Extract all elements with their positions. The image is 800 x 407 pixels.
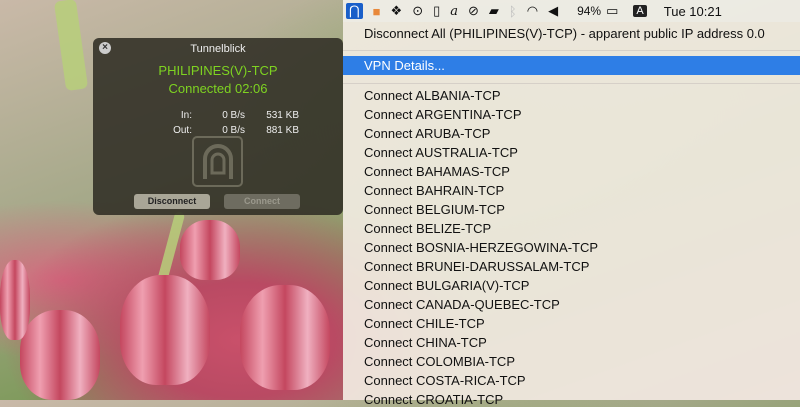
connect-menu-item[interactable]: Connect CHILE-TCP — [364, 316, 485, 331]
connect-menu-item[interactable]: Connect BULGARIA(V)-TCP — [364, 278, 529, 293]
connect-menu-item[interactable]: Connect BAHAMAS-TCP — [364, 164, 510, 179]
flower-bud — [240, 285, 330, 390]
password-manager-icon[interactable]: ⊙ — [412, 3, 423, 19]
document-icon[interactable]: ▯ — [433, 3, 440, 19]
tunnelblick-logo-icon — [192, 136, 243, 187]
menu-separator — [343, 83, 800, 84]
bluetooth-icon[interactable]: ᛒ — [509, 4, 517, 19]
connect-button[interactable]: Connect — [224, 194, 300, 209]
connect-menu-item[interactable]: Connect ALBANIA-TCP — [364, 88, 501, 103]
do-not-disturb-icon[interactable]: ⊘ — [468, 3, 479, 19]
in-label: In: — [180, 110, 192, 121]
in-total: 531 KB — [266, 110, 299, 121]
lock-app-icon[interactable]: ■ — [373, 4, 381, 19]
tunnelblick-dropdown-menu: Disconnect All (PHILIPINES(V)-TCP) - app… — [343, 22, 800, 407]
battery-icon[interactable]: ▭ — [606, 3, 618, 19]
close-icon[interactable]: × — [99, 42, 111, 54]
wifi-icon[interactable]: ◠ — [527, 3, 538, 19]
battery-percent[interactable]: 94% — [577, 4, 601, 18]
input-source[interactable]: A — [633, 5, 647, 17]
vpn-name: PHILIPINES(V)-TCP — [158, 63, 278, 78]
connect-menu-item[interactable]: Connect BELIZE-TCP — [364, 221, 491, 236]
connect-menu-item[interactable]: Connect BOSNIA-HERZEGOWINA-TCP — [364, 240, 598, 255]
connect-menu-item[interactable]: Connect BRUNEI-DARUSSALAM-TCP — [364, 259, 589, 274]
flower-bud — [20, 310, 100, 400]
connect-menu-item[interactable]: Connect BAHRAIN-TCP — [364, 183, 504, 198]
dropbox-icon[interactable]: ❖ — [391, 3, 403, 19]
out-label: Out: — [173, 125, 192, 136]
tunnelblick-menu-icon[interactable]: ⋂ — [346, 3, 363, 19]
connect-menu-item[interactable]: Connect COLOMBIA-TCP — [364, 354, 515, 369]
flower-bud — [0, 260, 30, 340]
connect-menu-item[interactable]: Connect CANADA-QUEBEC-TCP — [364, 297, 560, 312]
connect-menu-item[interactable]: Connect CHINA-TCP — [364, 335, 487, 350]
bag-icon[interactable]: ▰ — [489, 3, 499, 19]
tunnelblick-status-window: × Tunnelblick PHILIPINES(V)-TCP Connecte… — [93, 38, 343, 215]
menu-bar: ⋂ ■ ❖ ⊙ ▯ a ⊘ ▰ ᛒ ◠ ◀ 94% ▭ A Tue 10:21 — [343, 0, 800, 22]
vpn-details-item[interactable]: VPN Details... — [343, 56, 800, 75]
flower-stem — [53, 0, 89, 92]
connect-menu-item[interactable]: Connect COSTA-RICA-TCP — [364, 373, 526, 388]
connect-menu-item[interactable]: Connect AUSTRALIA-TCP — [364, 145, 518, 160]
out-rate: 0 B/s — [222, 125, 245, 136]
clock[interactable]: Tue 10:21 — [664, 4, 722, 19]
menu-separator — [343, 50, 800, 51]
script-a-icon[interactable]: a — [450, 4, 458, 19]
vpn-details-label: VPN Details... — [364, 58, 445, 73]
connect-menu-item[interactable]: Connect ARGENTINA-TCP — [364, 107, 522, 122]
out-total: 881 KB — [266, 125, 299, 136]
window-title: Tunnelblick — [190, 43, 246, 55]
connect-menu-item[interactable]: Connect BELGIUM-TCP — [364, 202, 505, 217]
connection-status: Connected 02:06 — [168, 81, 268, 96]
in-rate: 0 B/s — [222, 110, 245, 121]
disconnect-button[interactable]: Disconnect — [134, 194, 210, 209]
disconnect-all-item[interactable]: Disconnect All (PHILIPINES(V)-TCP) - app… — [364, 26, 765, 41]
connect-menu-item[interactable]: Connect ARUBA-TCP — [364, 126, 490, 141]
flower-bud — [120, 275, 210, 385]
volume-icon[interactable]: ◀ — [548, 3, 558, 19]
flower-bud — [180, 220, 240, 280]
